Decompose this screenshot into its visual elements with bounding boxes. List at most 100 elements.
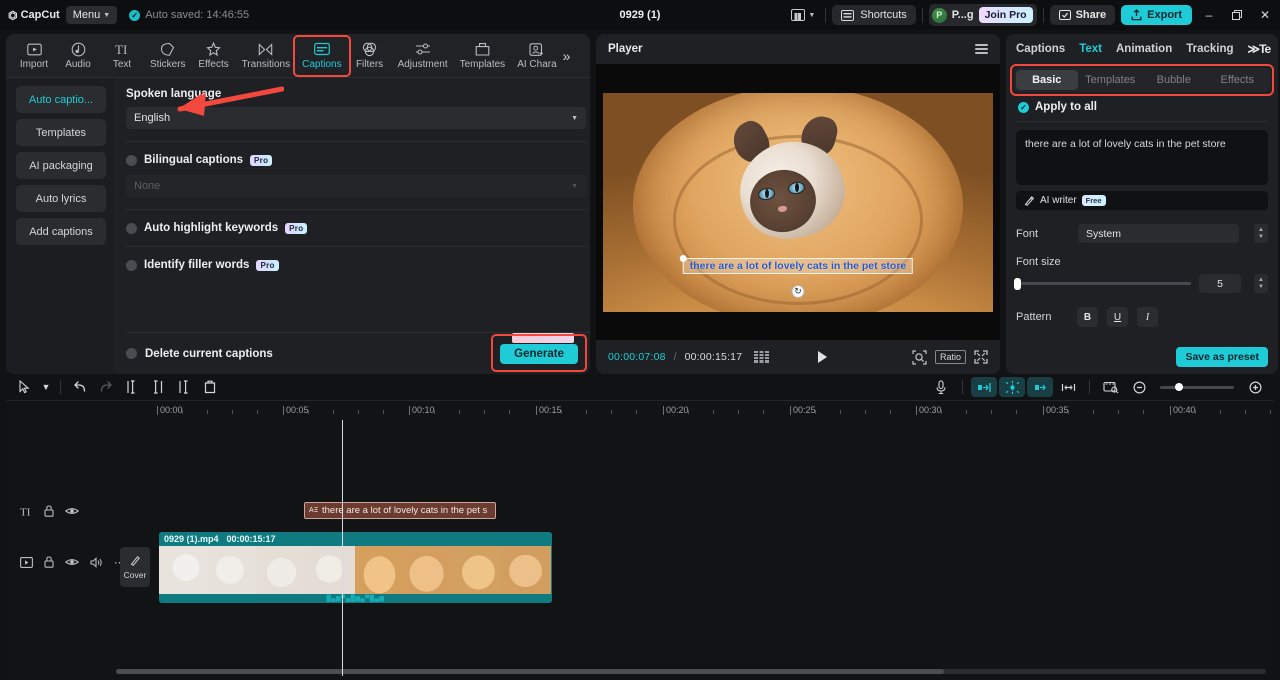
eye-icon[interactable] [65,506,79,516]
generate-button[interactable]: Generate [500,343,578,364]
tool-tab-ai-character[interactable]: AI Chara [511,39,562,72]
shortcuts-button[interactable]: Shortcuts [832,5,916,25]
video-preview[interactable]: there are a lot of lovely cats in the pe… [603,92,993,312]
layout-button[interactable]: ▼ [787,7,819,23]
tool-tab-audio[interactable]: Audio [56,39,100,72]
bilingual-language-select[interactable]: None ▼ [126,175,586,197]
user-account-chip[interactable]: P P...g Join Pro [928,4,1037,26]
font-stepper[interactable]: ▲ ▼ [1254,224,1268,243]
keyframe-next-button[interactable] [1027,377,1053,397]
crop-button[interactable] [1098,377,1124,397]
tab-captions[interactable]: Captions [1016,43,1065,55]
undo-button[interactable] [67,377,93,397]
select-tool-dropdown[interactable]: ▼ [38,377,54,397]
cover-button[interactable]: Cover [120,547,150,587]
tool-tab-filters[interactable]: Filters [348,39,392,72]
sidebar-item-auto-captions[interactable]: Auto captio... [16,86,106,113]
split-marker-button[interactable] [1055,377,1081,397]
zoom-in-button[interactable] [1242,377,1268,397]
bilingual-captions-checkbox[interactable] [126,154,137,166]
menu-button[interactable]: Menu ▼ [65,6,118,24]
delete-current-captions-checkbox[interactable] [126,348,137,359]
export-button[interactable]: Export [1121,5,1192,25]
tab-tracking[interactable]: Tracking [1186,43,1233,55]
join-pro-button[interactable]: Join Pro [978,7,1033,23]
lock-icon[interactable] [44,556,54,568]
tool-tab-effects[interactable]: Effects [192,39,236,72]
tool-tab-transitions[interactable]: Transitions [236,39,297,72]
microphone-button[interactable] [928,377,954,397]
maximize-button[interactable] [1226,4,1248,26]
zoom-out-button[interactable] [1126,377,1152,397]
tool-tab-import[interactable]: Import [12,39,56,72]
magnifier-icon[interactable] [912,349,927,365]
split-button[interactable] [119,377,145,397]
delete-button[interactable] [197,377,223,397]
bold-button[interactable]: B [1077,307,1098,327]
tool-tab-text[interactable]: TI Text [100,39,144,72]
spoken-language-select[interactable]: English ▼ [126,107,586,129]
segment-bubble[interactable]: Bubble [1143,70,1205,90]
scrollbar-thumb[interactable] [116,669,944,674]
ratio-button[interactable]: Ratio [934,350,966,364]
apply-to-all-checkbox[interactable]: ✓ [1018,101,1029,113]
filler-words-checkbox[interactable] [126,259,137,271]
caption-text-input[interactable]: there are a lot of lovely cats in the pe… [1016,130,1268,185]
caption-overlay[interactable]: there are a lot of lovely cats in the pe… [679,254,914,274]
keyframe-add-button[interactable] [999,377,1025,397]
fullscreen-icon[interactable] [974,350,988,364]
trim-start-button[interactable] [145,377,171,397]
bilingual-captions-row[interactable]: Bilingual captions Pro [126,142,590,166]
caption-resize-handle[interactable] [679,254,687,262]
sidebar-item-auto-lyrics[interactable]: Auto lyrics [16,185,106,212]
apply-to-all-row[interactable]: ✓ Apply to all [1006,92,1278,113]
timeline-ruler[interactable]: 00:00 00:05 00:10 00:15 00:20 00:25 00:3… [6,400,1274,420]
video-clip[interactable]: 0929 (1).mp4 00:00:15:17 █▄▆▀▄█▆▄▀█▄▆ [159,532,552,603]
italic-button[interactable]: I [1137,307,1158,327]
trim-end-button[interactable] [171,377,197,397]
eye-icon[interactable] [65,557,79,567]
tool-tab-captions[interactable]: Captions [293,35,351,77]
frames-icon[interactable] [754,351,770,363]
timeline-zoom-knob[interactable] [1175,383,1183,391]
right-panel-tabs-overflow-icon[interactable]: ≫Te [1248,42,1272,56]
lock-icon[interactable] [44,505,54,517]
font-size-row: 5 ▲ ▼ [1006,274,1278,293]
sidebar-item-add-captions[interactable]: Add captions [16,218,106,245]
timeline-horizontal-scrollbar[interactable] [116,669,1266,674]
tool-tab-templates[interactable]: Templates [454,39,512,72]
share-button[interactable]: Share [1049,5,1116,25]
volume-icon[interactable] [90,556,103,568]
font-select[interactable]: System [1078,224,1239,243]
tool-tab-stickers[interactable]: Stickers [144,39,192,72]
player-menu-icon[interactable] [975,44,988,54]
save-as-preset-button[interactable]: Save as preset [1176,347,1268,367]
font-size-slider-knob[interactable] [1014,277,1021,290]
tool-tabs-overflow-icon[interactable]: » [563,48,573,64]
minimize-button[interactable]: – [1198,4,1220,26]
segment-effects[interactable]: Effects [1207,70,1269,90]
segment-basic[interactable]: Basic [1016,70,1078,90]
tool-tab-adjustment[interactable]: Adjustment [392,39,454,72]
font-size-slider[interactable] [1014,277,1191,290]
tab-animation[interactable]: Animation [1116,43,1172,55]
underline-button[interactable]: U [1107,307,1128,327]
auto-highlight-row[interactable]: Auto highlight keywords Pro [126,210,590,234]
font-size-stepper[interactable]: ▲ ▼ [1254,274,1268,293]
font-size-value[interactable]: 5 [1199,274,1241,293]
filler-words-row[interactable]: Identify filler words Pro [126,247,590,271]
auto-highlight-checkbox[interactable] [126,222,137,234]
select-tool-button[interactable] [12,377,38,397]
play-icon[interactable] [818,351,828,363]
text-clip[interactable]: A there are a lot of lovely cats in the … [304,502,496,519]
timeline-zoom-slider[interactable] [1160,383,1234,391]
sidebar-item-templates[interactable]: Templates [16,119,106,146]
caption-rotate-handle[interactable]: ↻ [791,284,805,298]
close-button[interactable]: ✕ [1254,4,1276,26]
redo-button[interactable] [93,377,119,397]
sidebar-item-ai-packaging[interactable]: AI packaging [16,152,106,179]
tab-text[interactable]: Text [1079,43,1102,55]
segment-templates[interactable]: Templates [1080,70,1142,90]
ai-writer-button[interactable]: AI writer Free [1016,191,1268,210]
keyframe-previous-button[interactable] [971,377,997,397]
